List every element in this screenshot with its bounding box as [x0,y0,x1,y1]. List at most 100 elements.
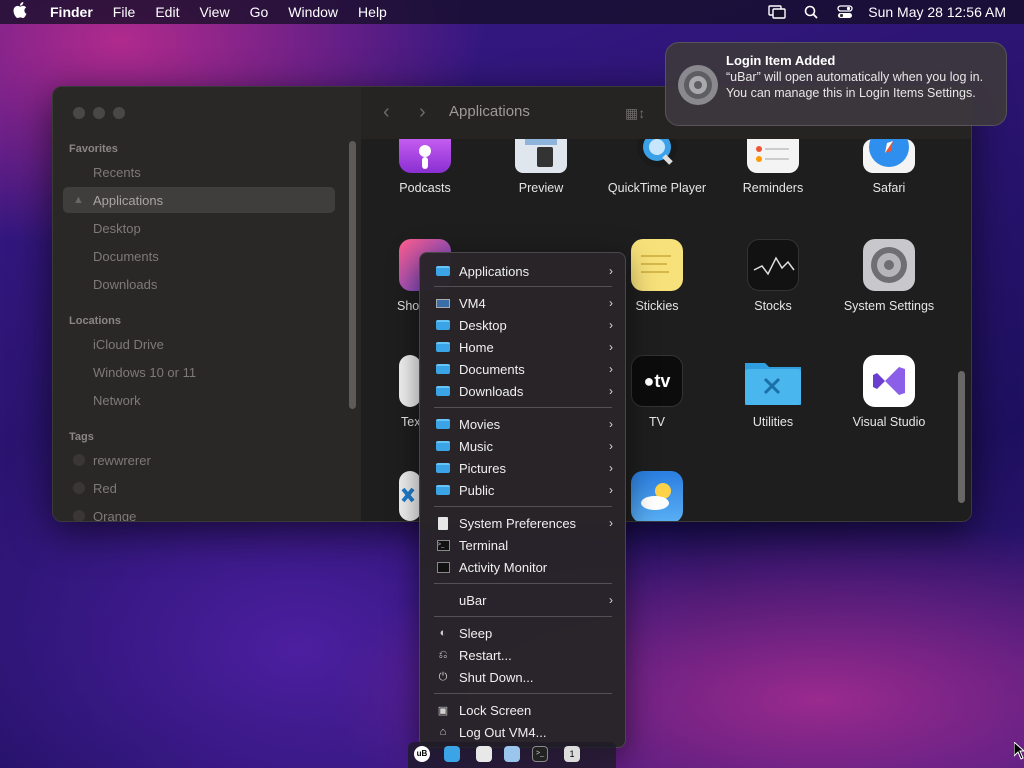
app-preview[interactable]: Preview [483,139,599,195]
login-item-notification[interactable]: Login Item Added “uBar” will open automa… [665,42,1007,126]
app-system-settings[interactable]: System Settings [831,239,947,313]
menu-item-vm4[interactable]: VM4 › [426,292,619,314]
chrome-dock-icon[interactable] [476,746,492,762]
app-reminders[interactable]: Reminders [715,139,831,195]
ubar-taskbar: uB >_ 1 [408,742,616,768]
zoom-window-button[interactable] [113,107,125,119]
folder-icon [436,440,450,452]
app-quicktime[interactable]: QuickTime Player [599,127,715,195]
podcasts-icon [399,139,451,173]
chevron-right-icon: › [609,461,613,475]
menu-item-activity-monitor[interactable]: Activity Monitor [426,556,619,578]
folder-icon [436,341,450,353]
sidebar-tag-orange[interactable]: Orange [63,503,335,521]
minimize-window-button[interactable] [93,107,105,119]
menu-item-downloads[interactable]: Downloads › [426,380,619,402]
ubar-logo-icon[interactable]: uB [414,746,430,762]
menu-go[interactable]: Go [240,4,279,20]
sidebar-item-windows[interactable]: Windows 10 or 11 [63,359,335,385]
menu-item-log-out[interactable]: ⌂ Log Out VM4... [426,721,619,743]
spotlight-search-icon[interactable] [794,5,828,19]
xcode-icon [399,471,421,521]
safari-icon [863,127,915,173]
sidebar-item-desktop[interactable]: Desktop [63,215,335,241]
grid-view-icon[interactable]: ▦↕ [625,105,645,122]
app-podcasts[interactable]: Podcasts [367,139,483,195]
sidebar-tag-red[interactable]: Red [63,475,335,501]
folder-icon [436,462,450,474]
menu-item-ubar[interactable]: uBar › [426,589,619,611]
settings-gear-icon [678,65,718,105]
sidebar-item-icloud-drive[interactable]: iCloud Drive [63,331,335,357]
mouse-pointer-icon [1013,740,1024,763]
finder-dock-icon[interactable] [444,746,460,762]
folder-icon [436,418,450,430]
menu-separator [434,583,612,584]
chevron-right-icon: › [609,362,613,376]
close-window-button[interactable] [73,107,85,119]
app-stocks[interactable]: Stocks [715,239,831,313]
menu-item-sleep[interactable]: ◐ Sleep [426,622,619,644]
menu-item-lock-screen[interactable]: ▣ Lock Screen [426,699,619,721]
app-textedit[interactable]: Tex [367,355,427,429]
reminders-icon [747,139,799,173]
folder-icon [436,265,450,277]
menu-finder[interactable]: Finder [40,4,103,20]
back-arrow-icon[interactable]: ‹ [383,101,390,124]
home-icon: ⌂ [439,726,447,738]
menu-item-desktop[interactable]: Desktop › [426,314,619,336]
chevron-right-icon: › [609,318,613,332]
terminal-icon: >_ [436,539,450,551]
menu-window[interactable]: Window [278,4,348,20]
menu-item-home[interactable]: Home › [426,336,619,358]
sidebar-item-downloads[interactable]: Downloads [63,271,335,297]
menu-item-applications[interactable]: Applications › [426,260,619,282]
activity-dock-icon[interactable]: 1 [564,746,580,762]
menu-item-restart[interactable]: ⎌ Restart... [426,644,619,666]
sidebar-header-tags: Tags [69,431,94,443]
screen-mirror-icon[interactable] [760,5,794,19]
sidebar-item-applications[interactable]: ▲ Applications [63,187,335,213]
chevron-right-icon: › [609,417,613,431]
menu-separator [434,616,612,617]
sidebar-item-recents[interactable]: Recents [63,159,335,185]
document-icon [436,516,450,530]
sidebar-scrollbar[interactable] [349,141,356,409]
menu-item-public[interactable]: Public › [426,479,619,501]
control-center-icon[interactable] [828,5,862,19]
content-scrollbar[interactable] [958,371,965,503]
sidebar-item-documents[interactable]: Documents [63,243,335,269]
lock-icon: ▣ [437,704,449,717]
sidebar-tag-rewwrerer[interactable]: rewwrerer [63,447,335,473]
forward-arrow-icon[interactable]: › [419,101,426,124]
menu-item-documents[interactable]: Documents › [426,358,619,380]
chevron-right-icon: › [609,384,613,398]
apple-icon[interactable] [0,2,40,22]
menu-file[interactable]: File [103,4,146,20]
menu-view[interactable]: View [189,4,239,20]
menu-item-movies[interactable]: Movies › [426,413,619,435]
menu-item-system-preferences[interactable]: System Preferences › [426,512,619,534]
app-visual-studio[interactable]: Visual Studio [831,355,947,429]
terminal-dock-icon[interactable]: >_ [532,746,548,762]
sidebar-item-network[interactable]: Network [63,387,335,413]
window-controls [73,107,125,119]
menu-item-shut-down[interactable]: ⏻ Shut Down... [426,666,619,688]
menu-item-music[interactable]: Music › [426,435,619,457]
menu-item-pictures[interactable]: Pictures › [426,457,619,479]
preview-dock-icon[interactable] [504,746,520,762]
tag-dot-icon [73,482,85,494]
menubar-clock[interactable]: Sun May 28 12:56 AM [862,4,1024,20]
menu-edit[interactable]: Edit [145,4,189,20]
menu-item-terminal[interactable]: >_ Terminal [426,534,619,556]
app-utilities[interactable]: Utilities [715,355,831,429]
app-xcode-partial[interactable] [367,471,427,521]
sidebar-header-locations: Locations [69,315,121,327]
menu-separator [434,506,612,507]
app-safari[interactable]: Safari [831,127,947,195]
stocks-icon [747,239,799,291]
power-icon: ⏻ [438,670,448,683]
menu-help[interactable]: Help [348,4,397,20]
system-settings-icon [863,239,915,291]
app-shortcuts[interactable]: Sho [367,239,451,313]
